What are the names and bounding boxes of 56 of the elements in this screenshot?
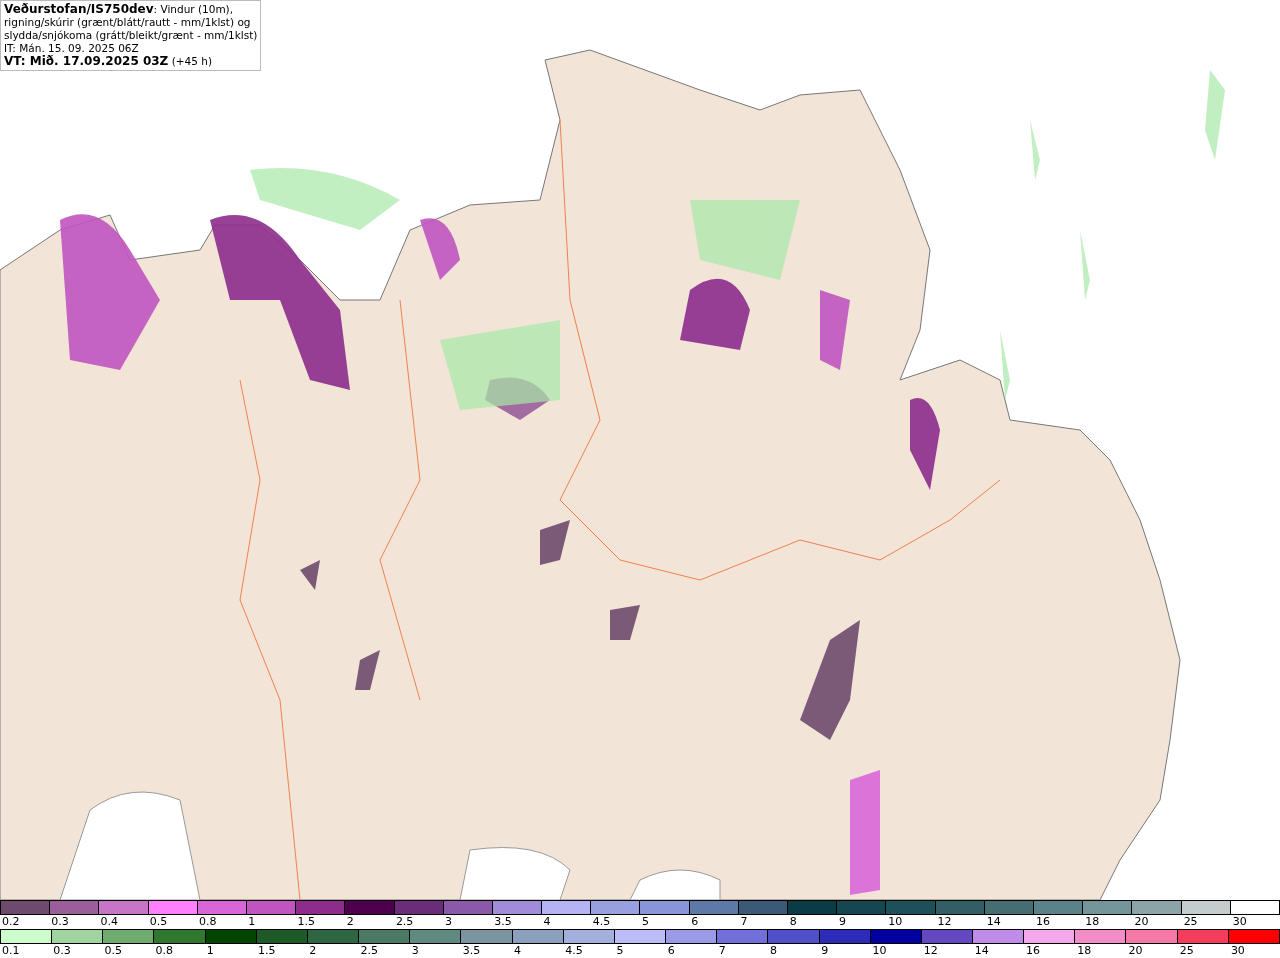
scale-label: 12	[937, 915, 952, 928]
scale-label: 1	[248, 915, 256, 928]
scale-label: 0.5	[104, 944, 122, 957]
scale-label: 0.2	[2, 915, 20, 928]
scale-label: 25	[1183, 915, 1198, 928]
scale-label: 14	[986, 915, 1001, 928]
scale-label: 30	[1230, 944, 1245, 957]
scale-label: 1.5	[297, 915, 315, 928]
legend-text: Veðurstofan/IS750dev: Vindur (10m),	[4, 3, 235, 16]
scale-label: 9	[821, 944, 829, 957]
legend-text: slydda/snjókoma (grátt/bleikt/grænt - mm/1klst)	[4, 29, 258, 42]
scale-label: 3	[411, 944, 419, 957]
scale-label: 6	[691, 915, 699, 928]
scale-label: 0.5	[149, 915, 168, 928]
scale-label: 2.5	[360, 944, 378, 957]
scale-label: 4	[514, 944, 522, 957]
scale-label: 7	[718, 944, 726, 957]
scale-label: 25	[1179, 944, 1194, 957]
scale-label: 2.5	[395, 915, 414, 928]
scale-label: 10	[888, 915, 903, 928]
scale-label: 0.8	[155, 944, 174, 957]
scale-label: 16	[1035, 915, 1050, 928]
scale-label: 0.4	[100, 915, 118, 928]
scale-label: 8	[770, 944, 778, 957]
scale-label: 6	[667, 944, 675, 957]
scale-label: 9	[839, 915, 846, 928]
scale-label: 4.5	[592, 915, 611, 928]
scale-label: 1.5	[258, 944, 276, 957]
scale-label: 30	[1232, 915, 1247, 928]
scale-label: 20	[1128, 944, 1143, 957]
scale-label: 7	[740, 915, 748, 928]
scale-label: 18	[1085, 915, 1100, 928]
scale-label: 1	[206, 944, 214, 957]
scale-label: 16	[1026, 944, 1041, 957]
scale-label: 0.3	[51, 915, 69, 928]
scale-label: 2	[346, 915, 354, 928]
scale-label: 14	[974, 944, 989, 957]
scale-label: 3.5	[462, 944, 481, 957]
legend-text: IT: Mán. 15. 09. 2025 06Z	[4, 42, 140, 55]
scale-label: 2	[309, 944, 317, 957]
scale-label: 0.1	[2, 944, 20, 957]
scale-label: 5	[616, 944, 624, 957]
scale-label: 4	[543, 915, 551, 928]
legend-text: rigning/skúrir (grænt/blátt/rautt - mm/1klst) og	[4, 16, 252, 29]
scale-label: 4.5	[565, 944, 583, 957]
scale-label: 8	[789, 915, 797, 928]
scale-label: 3	[445, 915, 453, 928]
scale-label: 0.8	[198, 915, 217, 928]
scale-label: 18	[1077, 944, 1092, 957]
scale-label: 12	[923, 944, 938, 957]
scale-label: 10	[872, 944, 887, 957]
scale-label: 0.3	[53, 944, 71, 957]
legend-text: VT: Mið. 17.09.2025 03Z (+45 h)	[4, 55, 213, 68]
scale-label: 3.5	[494, 915, 512, 928]
scale-label: 20	[1134, 915, 1149, 928]
scale-label: 5	[642, 915, 650, 928]
